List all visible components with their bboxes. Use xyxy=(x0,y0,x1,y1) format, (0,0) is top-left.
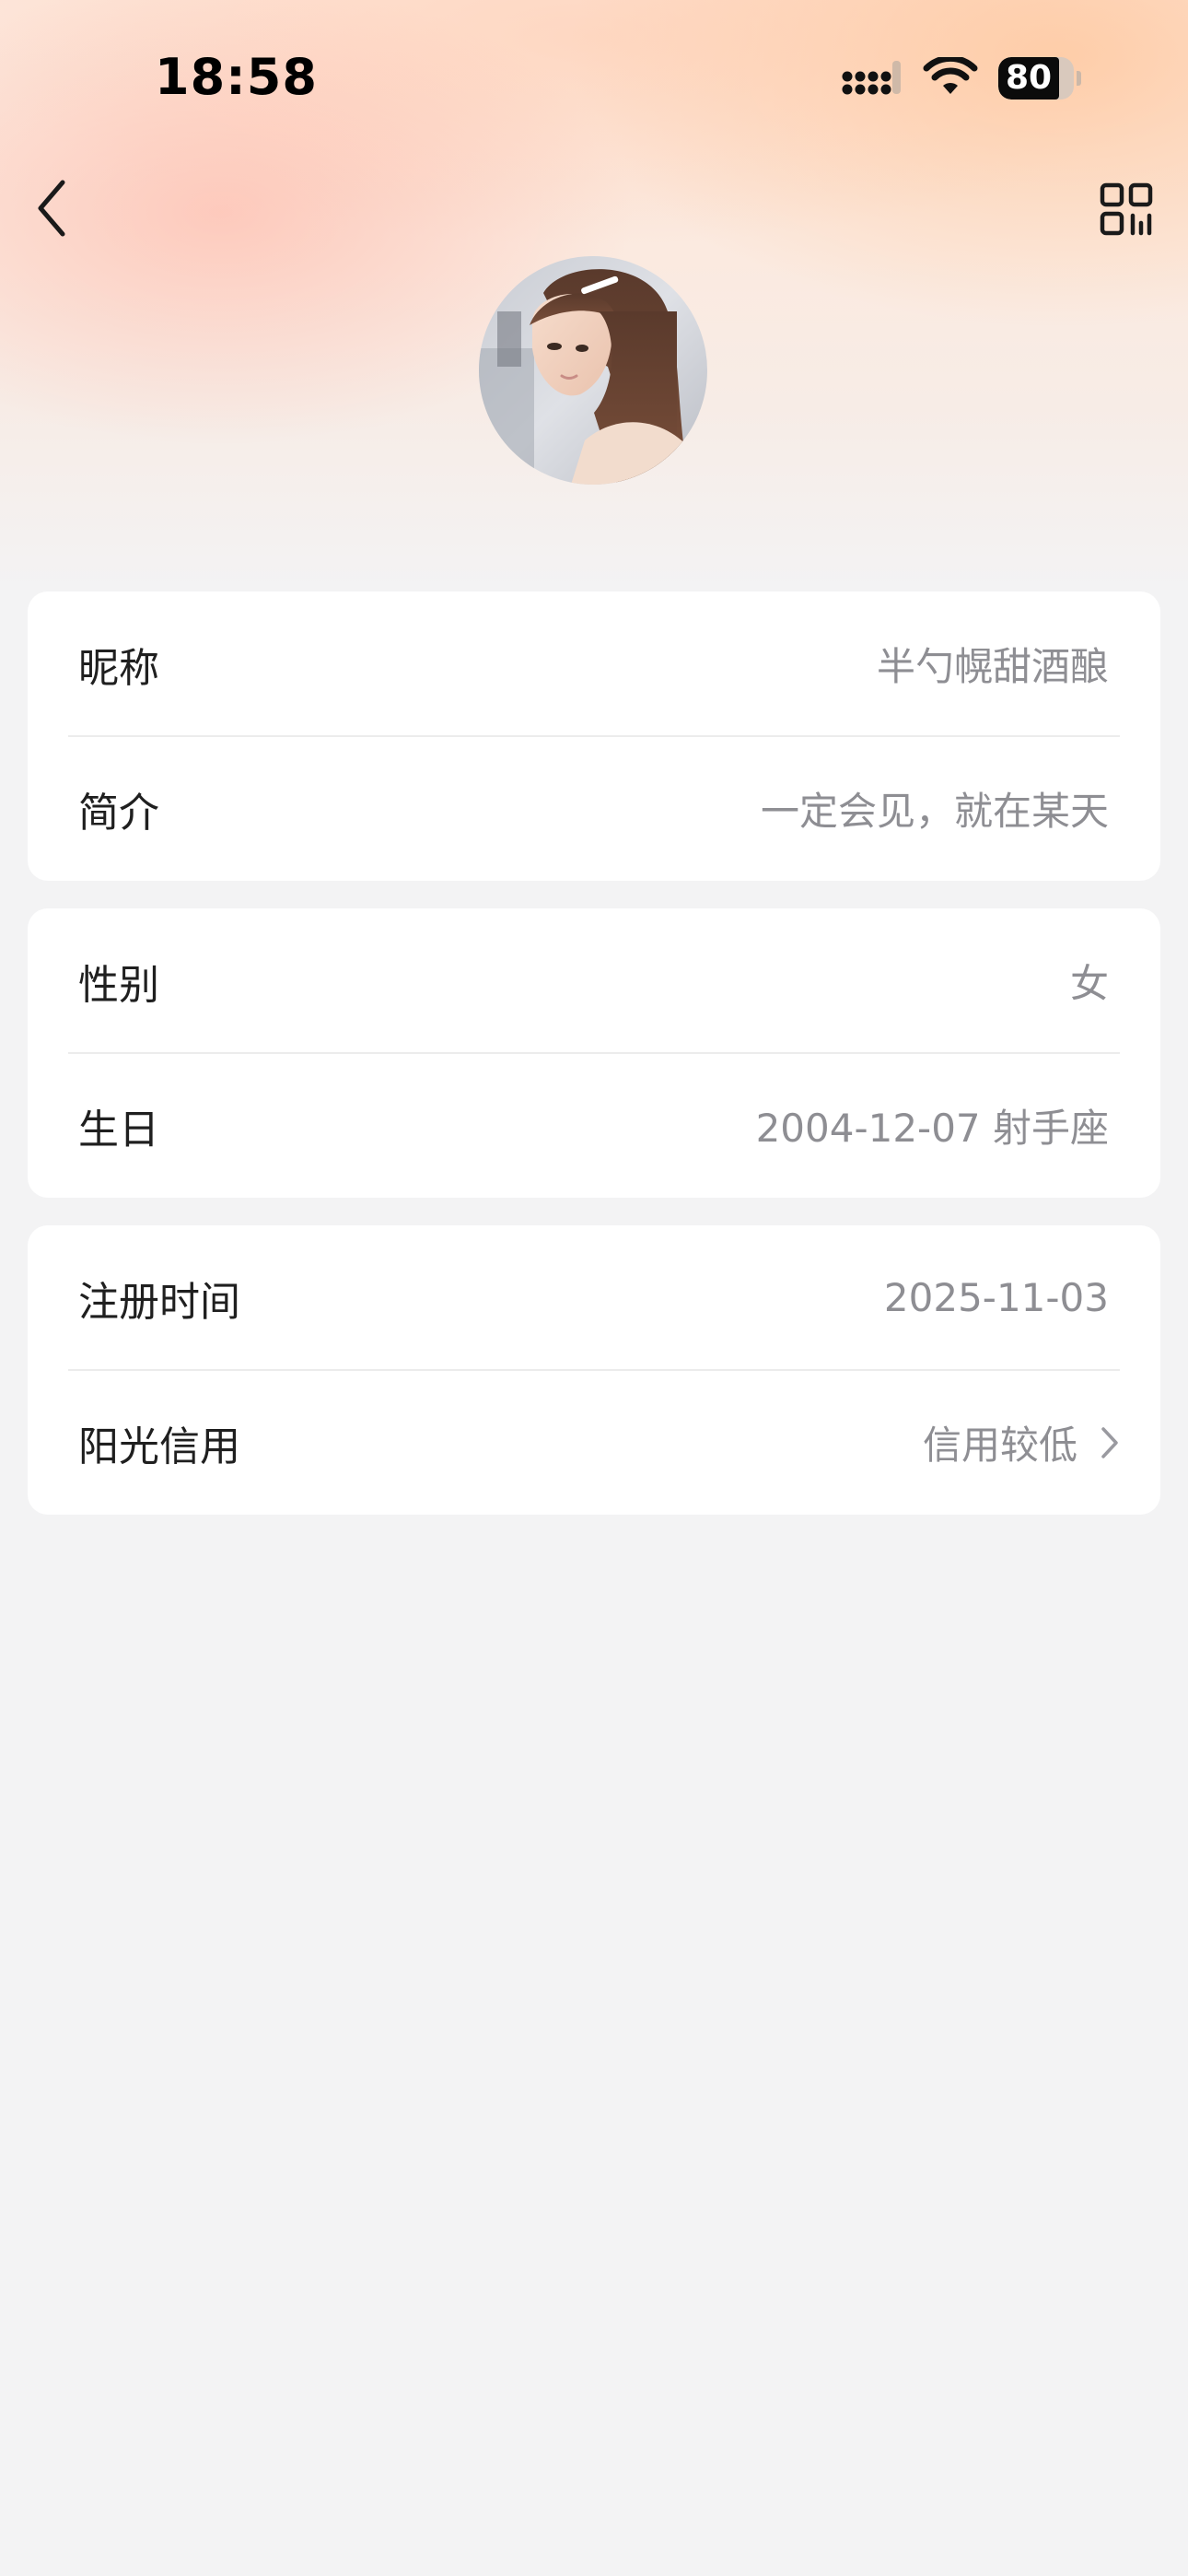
row-register-time: 注册时间 2025-11-03 xyxy=(28,1225,1160,1370)
sunshine-credit-right: 信用较低 xyxy=(923,1414,1120,1470)
profile-card-basic: 昵称 半勺幌甜酒酿 简介 一定会见，就在某天 xyxy=(28,591,1160,881)
bio-label: 简介 xyxy=(78,789,159,837)
battery-body: 80 xyxy=(998,57,1074,100)
gender-value: 女 xyxy=(1069,961,1109,1006)
battery-level-text: 80 xyxy=(1005,59,1053,97)
chevron-right-icon xyxy=(1100,1425,1120,1460)
nickname-value: 半勺幌甜酒酿 xyxy=(876,644,1109,689)
cellular-signal-icon xyxy=(842,59,906,103)
status-bar: 18:58 80 xyxy=(0,0,1188,157)
register-time-value: 2025-11-03 xyxy=(883,1275,1109,1320)
row-nickname[interactable]: 昵称 半勺幌甜酒酿 xyxy=(28,591,1160,736)
bio-value: 一定会见，就在某天 xyxy=(760,789,1109,834)
row-sunshine-credit[interactable]: 阳光信用 信用较低 xyxy=(28,1370,1160,1515)
avatar-photo xyxy=(479,256,707,485)
birthday-value: 2004-12-07 射手座 xyxy=(755,1106,1109,1151)
battery-cap xyxy=(1077,71,1081,86)
wifi-icon xyxy=(922,54,979,101)
nickname-label: 昵称 xyxy=(78,644,159,692)
row-gender[interactable]: 性别 女 xyxy=(28,908,1160,1053)
qr-code-icon xyxy=(1100,182,1153,236)
chevron-left-icon xyxy=(38,180,65,237)
sunshine-credit-value: 信用较低 xyxy=(922,1423,1077,1468)
back-button[interactable] xyxy=(22,175,81,241)
row-birthday[interactable]: 生日 2004-12-07 射手座 xyxy=(28,1053,1160,1198)
profile-card-account: 注册时间 2025-11-03 阳光信用 信用较低 xyxy=(28,1225,1160,1515)
register-time-label: 注册时间 xyxy=(78,1278,240,1326)
sunshine-credit-label: 阳光信用 xyxy=(78,1423,240,1470)
status-time: 18:58 xyxy=(155,48,318,106)
row-bio[interactable]: 简介 一定会见，就在某天 xyxy=(28,736,1160,881)
qr-code-button[interactable] xyxy=(1096,179,1157,240)
birthday-label: 生日 xyxy=(78,1106,159,1153)
gender-label: 性别 xyxy=(78,961,159,1009)
battery-icon: 80 xyxy=(998,57,1081,100)
profile-card-personal: 性别 女 生日 2004-12-07 射手座 xyxy=(28,908,1160,1198)
avatar[interactable] xyxy=(479,256,707,485)
